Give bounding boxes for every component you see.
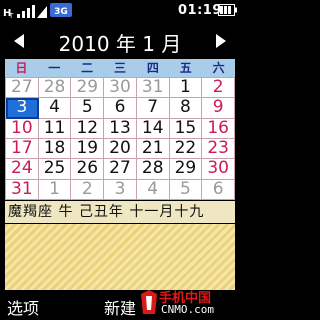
calendar-day[interactable]: 9 [202,98,235,119]
calendar-day[interactable]: 23 [202,138,235,160]
svg-text:T: T [8,12,14,19]
calendar-day[interactable]: 5 [71,98,105,119]
calendar-day[interactable]: 28 [38,77,72,99]
calendar-day[interactable]: 13 [104,118,137,139]
network-label: 3G [54,7,68,17]
calendar-day[interactable]: 20 [104,138,137,160]
battery-icon [218,4,237,16]
calendar-day[interactable]: 29 [71,77,105,99]
calendar-day[interactable]: 27 [6,77,39,99]
weekday-thu: 四 [146,61,159,75]
calendar-day[interactable]: 7 [136,98,170,119]
next-month-arrow-icon[interactable] [214,33,228,49]
weekday-sun: 日 [15,61,28,75]
calendar-day[interactable]: 5 [169,179,203,200]
calendar-day[interactable]: 4 [136,179,170,200]
calendar-day[interactable]: 19 [71,138,105,160]
calendar-day[interactable]: 28 [136,159,170,180]
calendar-day[interactable]: 16 [202,118,235,139]
calendar-day[interactable]: 3 [104,179,137,200]
calendar-day[interactable]: 30 [202,159,235,180]
options-softkey[interactable]: 选项 [7,295,39,319]
calendar-day[interactable]: 4 [38,98,72,119]
weekday-wed: 三 [113,61,126,75]
weekday-sat: 六 [212,61,225,75]
status-bar: H T 3G 01:19 [0,0,240,22]
signal-strength-icon: H T [3,5,47,19]
calendar-day[interactable]: 1 [169,77,203,99]
month-navigator: 2010 年 1 月 [0,26,240,56]
calendar-day[interactable]: 6 [104,98,137,119]
month-title: 2010 年 1 月 [58,32,182,56]
calendar-day[interactable]: 29 [169,159,203,180]
calendar-day[interactable]: 18 [38,138,72,160]
calendar-day[interactable]: 17 [6,138,39,160]
new-softkey[interactable]: 新建 [104,295,136,319]
brand-logo-icon [141,290,157,314]
calendar-day[interactable]: 6 [202,179,235,200]
status-time: 01:19 [178,3,222,18]
weekday-mon: 一 [48,61,61,75]
calendar-day[interactable]: 2 [71,179,105,200]
watermark-site: CNMO.com [161,303,214,316]
calendar-day[interactable]: 31 [6,179,39,200]
watermark: 手机中国 CNMO.com [139,286,239,320]
calendar-day[interactable]: 22 [169,138,203,160]
calendar-day[interactable]: 27 [104,159,137,180]
calendar-day[interactable]: 14 [136,118,170,139]
calendar-day[interactable]: 26 [71,159,105,180]
memo-area[interactable] [5,224,235,290]
calendar-day[interactable]: 15 [169,118,203,139]
calendar-day-selected[interactable]: 3 [6,98,39,119]
previous-month-arrow-icon[interactable] [12,33,26,49]
calendar-day[interactable]: 11 [38,118,72,139]
calendar-day[interactable]: 2 [202,77,235,99]
weekday-tue: 二 [81,61,94,75]
calendar-day[interactable]: 21 [136,138,170,160]
calendar-grid: 日 一 二 三 四 五 六 27 28 29 30 31 1 2 3 4 5 6… [5,59,235,200]
calendar-day[interactable]: 10 [6,118,39,139]
weekday-header: 日 一 二 三 四 五 六 [5,59,235,77]
calendar-day[interactable]: 25 [38,159,72,180]
calendar-day[interactable]: 8 [169,98,203,119]
calendar-day[interactable]: 31 [136,77,170,99]
calendar-days: 27 28 29 30 31 1 2 3 4 5 6 7 8 9 10 11 1… [5,77,235,200]
calendar-day[interactable]: 24 [6,159,39,180]
lunar-date-info: 魔羯座 牛 己丑年 十一月十九 [5,201,235,223]
calendar-day[interactable]: 12 [71,118,105,139]
calendar-day[interactable]: 30 [104,77,137,99]
calendar-day[interactable]: 1 [38,179,72,200]
weekday-fri: 五 [179,61,192,75]
network-3g-icon: 3G [50,3,72,17]
